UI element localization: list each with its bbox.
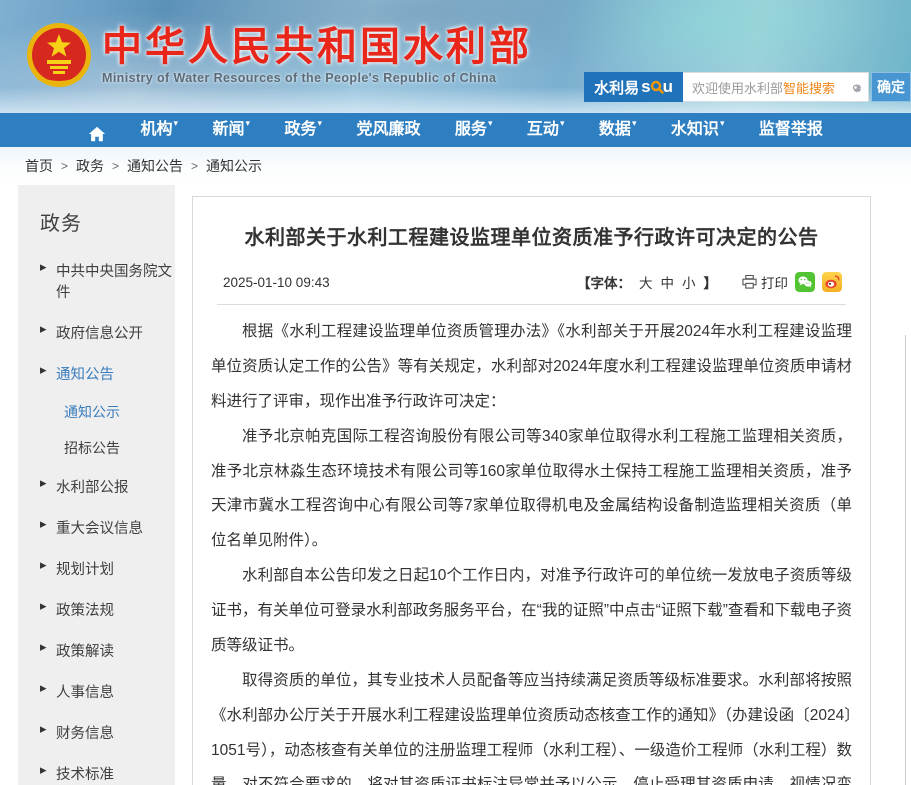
sidebar-subitem-bidding[interactable]: 招标公告 xyxy=(40,430,175,466)
sidebar-item-gov-info[interactable]: 政府信息公开 xyxy=(40,312,175,353)
sidebar-subitem-notice-public[interactable]: 通知公示 xyxy=(40,394,175,430)
nav-home[interactable] xyxy=(88,117,106,143)
sidebar-item-finance[interactable]: 财务信息 xyxy=(40,712,175,753)
chevron-down-icon: ▾ xyxy=(245,113,250,133)
font-size-medium[interactable]: 中 xyxy=(661,272,675,292)
home-icon xyxy=(88,125,106,143)
gear-icon[interactable] xyxy=(849,81,862,94)
font-size-small[interactable]: 小 xyxy=(682,272,696,292)
breadcrumb: 首页 > 政务 > 通知公告 > 通知公示 xyxy=(0,147,911,185)
article-paragraph: 根据《水利工程建设监理单位资质管理办法》《水利部关于开展2024年水利工程建设监… xyxy=(211,315,852,420)
national-emblem-icon xyxy=(26,22,92,88)
header-banner: 中华人民共和国水利部 Ministry of Water Resources o… xyxy=(0,0,911,113)
brand-text: 中华人民共和国水利部 Ministry of Water Resources o… xyxy=(102,26,532,85)
page-right-edge xyxy=(905,335,906,785)
article-paragraph: 准予北京帕克国际工程咨询股份有限公司等340家单位取得水利工程施工监理相关资质，… xyxy=(211,420,852,560)
breadcrumb-zhengwu[interactable]: 政务 xyxy=(76,156,104,176)
search-bar: 水利易 s u 欢迎使用水利部智能搜索 xyxy=(584,72,911,102)
sidebar-item-meetings[interactable]: 重大会议信息 xyxy=(40,507,175,548)
main-nav: 机构▾ 新闻▾ 政务▾ 党风廉政 服务▾ 互动▾ 数据▾ 水知识▾ 监督举报 xyxy=(0,113,911,147)
chevron-down-icon: ▾ xyxy=(720,113,725,133)
print-button[interactable]: 打印 xyxy=(742,272,788,292)
sidebar-item-bulletin[interactable]: 水利部公报 xyxy=(40,466,175,507)
nav-item-fuwu[interactable]: 服务▾ xyxy=(455,113,493,147)
breadcrumb-home[interactable]: 首页 xyxy=(25,156,53,176)
article-body: 根据《水利工程建设监理单位资质管理办法》《水利部关于开展2024年水利工程建设监… xyxy=(203,305,860,785)
site-brand[interactable]: 中华人民共和国水利部 Ministry of Water Resources o… xyxy=(26,22,532,88)
printer-icon xyxy=(742,275,757,289)
sidebar-title: 政务 xyxy=(40,199,175,250)
search-brand-label: 水利易 xyxy=(594,77,639,98)
nav-item-hudong[interactable]: 互动▾ xyxy=(527,113,565,147)
chevron-down-icon: ▾ xyxy=(317,113,322,133)
sidebar: 政务 中共中央国务院文件 政府信息公开 通知公告 通知公示 招标公告 水利部公报… xyxy=(18,185,175,785)
search-brand-squ: s u xyxy=(641,77,673,97)
sidebar-item-personnel[interactable]: 人事信息 xyxy=(40,671,175,712)
sidebar-item-policy-interpret[interactable]: 政策解读 xyxy=(40,630,175,671)
article-panel: 水利部关于水利工程建设监理单位资质准予行政许可决定的公告 2025-01-10 … xyxy=(192,196,871,785)
page: 中华人民共和国水利部 Ministry of Water Resources o… xyxy=(0,0,911,785)
breadcrumb-tongzhigongshi[interactable]: 通知公示 xyxy=(206,156,262,176)
article-title: 水利部关于水利工程建设监理单位资质准予行政许可决定的公告 xyxy=(203,221,860,250)
chevron-down-icon: ▾ xyxy=(632,113,637,133)
chevron-down-icon: ▾ xyxy=(173,113,178,133)
font-label-open: 【字体： xyxy=(577,272,631,292)
nav-item-zhengwu[interactable]: 政务▾ xyxy=(284,113,322,147)
site-subtitle: Ministry of Water Resources of the Peopl… xyxy=(102,71,532,85)
font-size-large[interactable]: 大 xyxy=(639,272,653,292)
font-size-control: 【字体： 大 中 小 】 xyxy=(577,272,717,292)
article-paragraph: 水利部自本公告印发之日起10个工作日内，对准予行政许可的单位统一发放电子资质等级… xyxy=(211,559,852,664)
sidebar-item-tech-standards[interactable]: 技术标准 xyxy=(40,753,175,785)
sidebar-item-planning[interactable]: 规划计划 xyxy=(40,548,175,589)
nav-item-jigou[interactable]: 机构▾ xyxy=(140,113,178,147)
article-date: 2025-01-10 09:43 xyxy=(223,275,330,290)
nav-item-dangfeng[interactable]: 党风廉政 xyxy=(356,113,420,147)
search-submit-button[interactable]: 确定 xyxy=(871,72,911,102)
breadcrumb-tongzhigonggao[interactable]: 通知公告 xyxy=(127,156,183,176)
font-label-close: 】 xyxy=(704,272,718,292)
main-area: 政务 中共中央国务院文件 政府信息公开 通知公告 通知公示 招标公告 水利部公报… xyxy=(0,185,911,785)
sidebar-item-notices[interactable]: 通知公告 xyxy=(40,353,175,394)
chevron-down-icon: ▾ xyxy=(488,113,493,133)
search-input-wrap: 欢迎使用水利部智能搜索 xyxy=(683,72,869,102)
nav-item-xinwen[interactable]: 新闻▾ xyxy=(212,113,250,147)
search-input[interactable] xyxy=(683,73,868,101)
nav-item-shuizhishi[interactable]: 水知识▾ xyxy=(671,113,725,147)
article-tools: 【字体： 大 中 小 】 打印 xyxy=(577,272,842,292)
nav-item-jiandu[interactable]: 监督举报 xyxy=(759,113,823,147)
chevron-down-icon: ▾ xyxy=(560,113,565,133)
wechat-share-icon[interactable] xyxy=(795,272,815,292)
sidebar-item-policy-laws[interactable]: 政策法规 xyxy=(40,589,175,630)
breadcrumb-separator: > xyxy=(61,159,68,173)
breadcrumb-separator: > xyxy=(191,159,198,173)
site-title: 中华人民共和国水利部 xyxy=(102,26,532,68)
weibo-share-icon[interactable] xyxy=(822,272,842,292)
magnifier-icon xyxy=(650,80,664,94)
breadcrumb-separator: > xyxy=(112,159,119,173)
sidebar-item-zhonggong-files[interactable]: 中共中央国务院文件 xyxy=(40,250,175,312)
nav-item-shuju[interactable]: 数据▾ xyxy=(599,113,637,147)
article-meta: 2025-01-10 09:43 【字体： 大 中 小 】 xyxy=(203,272,860,292)
search-brand-tab[interactable]: 水利易 s u xyxy=(584,72,683,102)
article-paragraph: 取得资质的单位，其专业技术人员配备等应当持续满足资质等级标准要求。水利部将按照《… xyxy=(211,664,852,785)
